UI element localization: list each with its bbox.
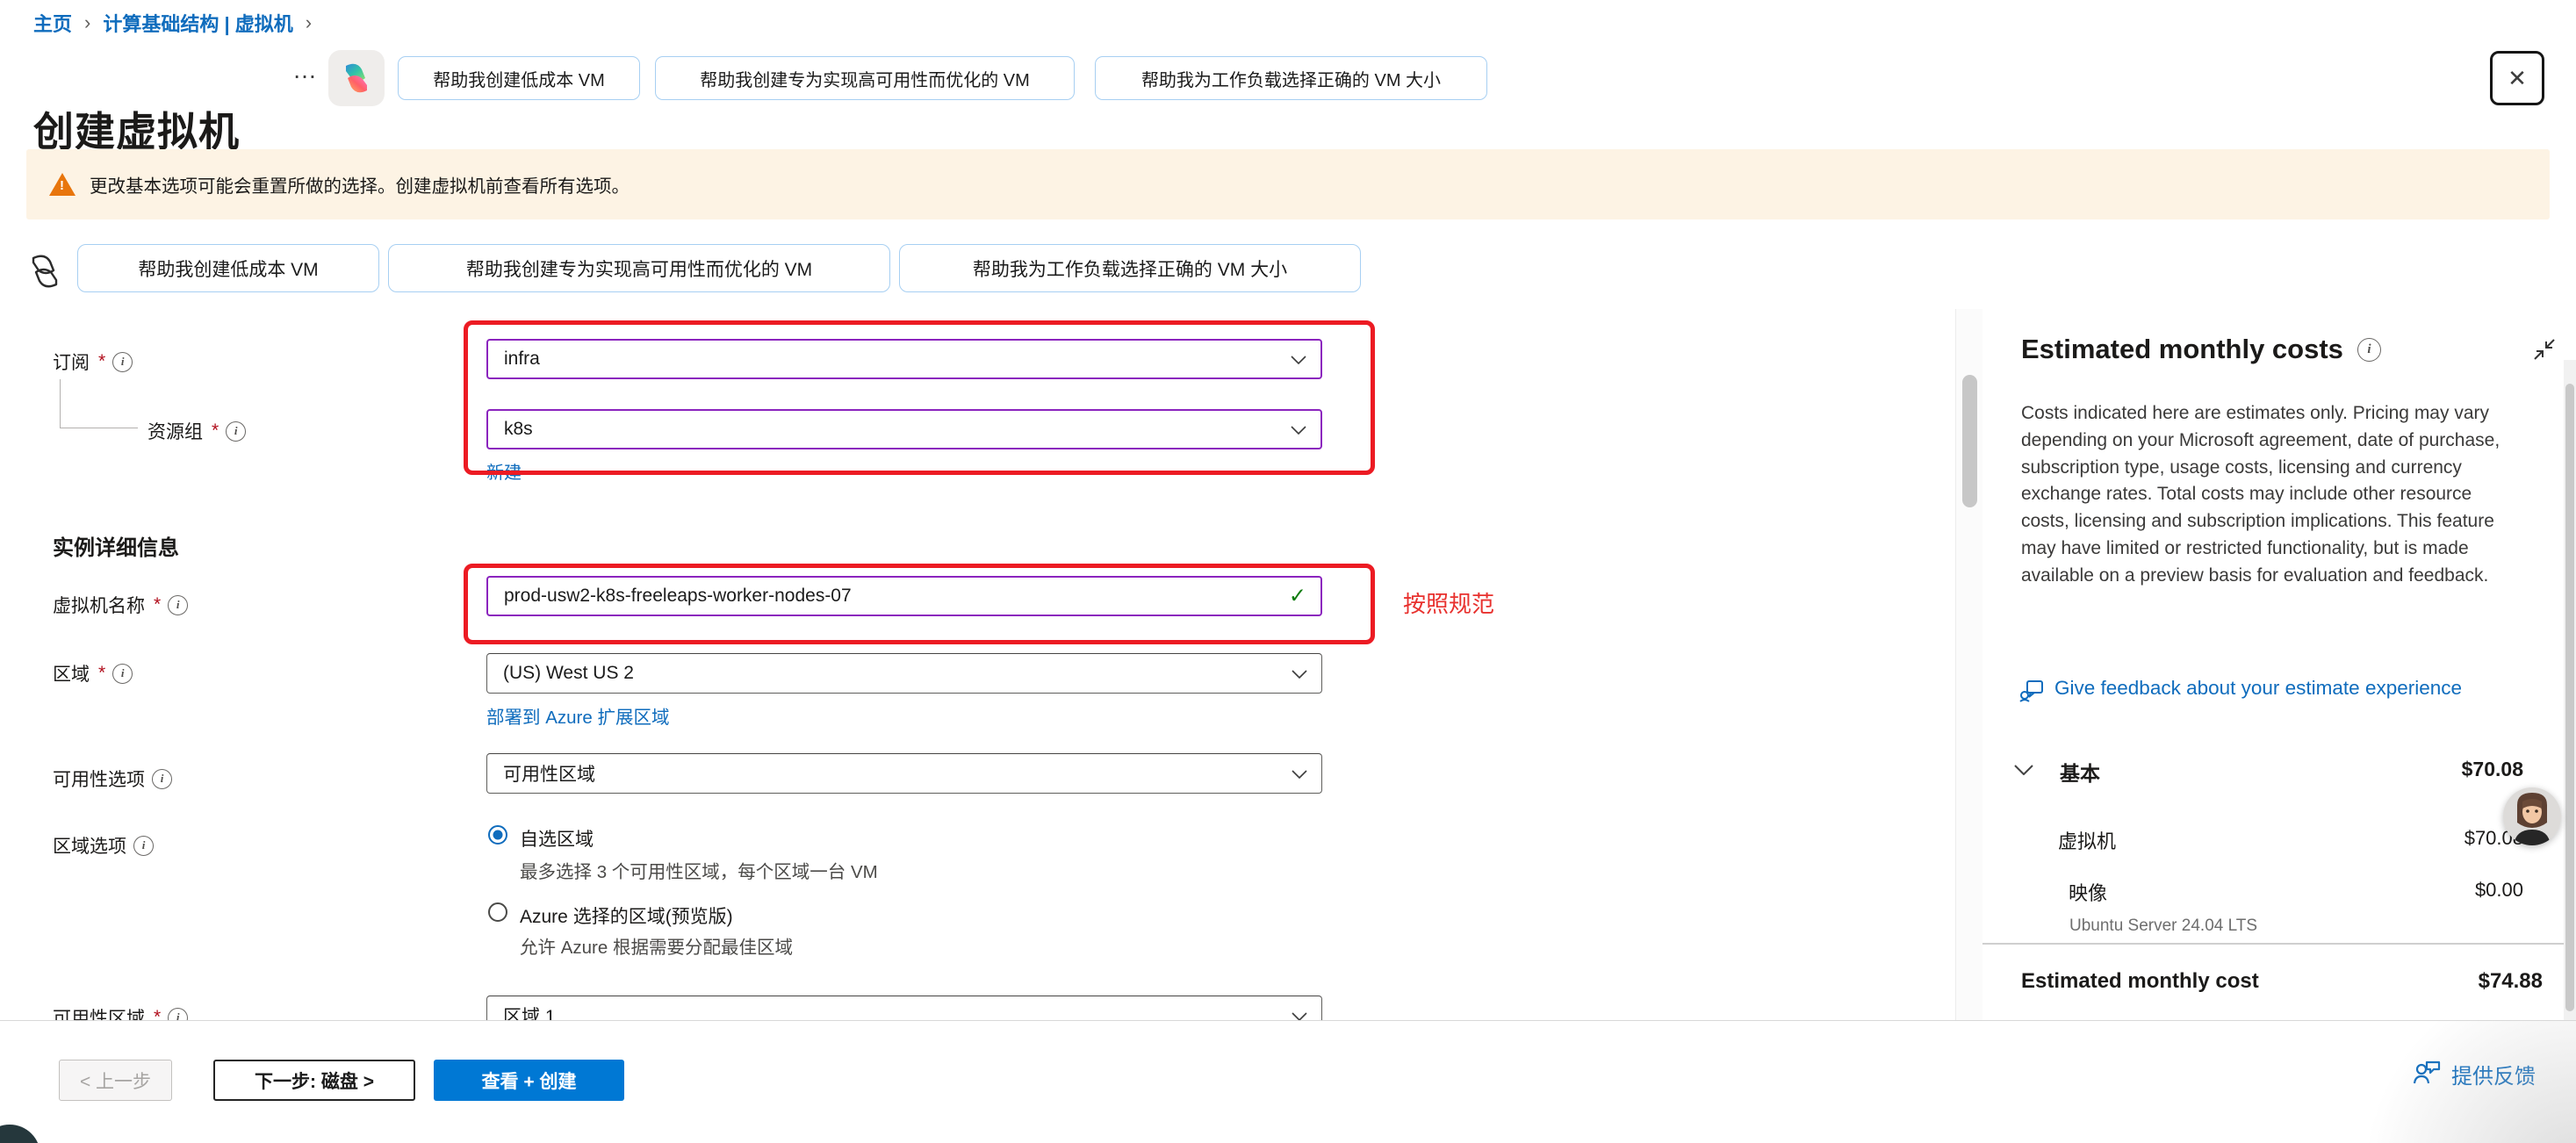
resource-group-value: k8s [504, 419, 533, 440]
chevron-right-icon: › [84, 11, 90, 34]
cost-panel: Estimated monthly costs i Costs indicate… [1982, 309, 2576, 1020]
warning-text: 更改基本选项可能会重置所做的选择。创建虚拟机前查看所有选项。 [90, 171, 630, 198]
required-asterisk: * [154, 594, 161, 615]
region-label: 区域* i [53, 660, 133, 687]
review-create-button[interactable]: 查看 + 创建 [434, 1060, 624, 1101]
vm-name-label: 虚拟机名称* i [53, 592, 188, 618]
resource-group-label: 资源组* i [148, 418, 246, 444]
required-asterisk: * [98, 351, 105, 372]
availability-options-label: 可用性选项 i [53, 766, 172, 792]
copilot-outline-icon [25, 251, 65, 291]
resource-group-dropdown[interactable]: k8s [486, 409, 1322, 449]
corner-shadow [2318, 1021, 2576, 1143]
cost-total-label: Estimated monthly cost [2021, 969, 2259, 994]
estimate-feedback-link[interactable]: Give feedback about your estimate experi… [2019, 674, 2476, 707]
cost-image-value: $0.00 [2365, 879, 2523, 902]
availability-options-dropdown[interactable]: 可用性区域 [486, 753, 1322, 794]
cost-total-value: $74.88 [2385, 969, 2543, 994]
cost-group-value: $70.08 [2365, 758, 2523, 781]
subscription-info-icon[interactable]: i [112, 352, 133, 372]
radio-unselected-icon[interactable] [488, 902, 507, 922]
chevron-down-icon [2014, 764, 2033, 780]
chevron-right-icon: › [306, 11, 312, 34]
required-asterisk: * [212, 421, 219, 442]
region-info-icon[interactable]: i [112, 664, 133, 684]
breadcrumb-section-link[interactable]: 计算基础结构 | 虚拟机 [103, 9, 292, 37]
radio-selected-label: 自选区域 [520, 825, 594, 852]
zone-option-azure-select-desc: 允许 Azure 根据需要分配最佳区域 [520, 932, 793, 959]
breadcrumb: 主页 › 计算基础结构 | 虚拟机 › [33, 9, 312, 37]
cost-panel-title: Estimated monthly costs i [2021, 334, 2381, 365]
next-disks-button[interactable]: 下一步: 磁盘 > [213, 1060, 415, 1101]
cost-group-row[interactable]: 基本 [2014, 757, 2100, 787]
subscription-label: 订阅* i [53, 349, 133, 375]
chevron-down-icon [1291, 419, 1306, 440]
copilot-chip-low-cost-2[interactable]: 帮助我创建低成本 VM [77, 244, 379, 292]
copilot-chip-right-size[interactable]: 帮助我为工作负载选择正确的 VM 大小 [1095, 56, 1487, 100]
panel-scrollbar-thumb[interactable] [2565, 384, 2574, 1011]
valid-check-icon: ✓ [1289, 584, 1306, 609]
deploy-edge-zone-link[interactable]: 部署到 Azure 扩展区域 [486, 702, 669, 729]
region-value: (US) West US 2 [503, 663, 634, 684]
feedback-bubbles-icon [2019, 679, 2044, 707]
copilot-chip-right-size-2[interactable]: 帮助我为工作负载选择正确的 VM 大小 [899, 244, 1361, 292]
radio-unselected-label: Azure 选择的区域(预览版) [520, 902, 733, 929]
cost-image-sub: Ubuntu Server 24.04 LTS [2069, 917, 2257, 936]
close-button[interactable]: ✕ [2490, 51, 2544, 105]
annotation-note: 按照规范 [1403, 586, 1494, 619]
zone-option-self-select[interactable]: 自选区域 [488, 825, 594, 852]
copilot-chip-high-availability-2[interactable]: 帮助我创建专为实现高可用性而优化的 VM [388, 244, 890, 292]
divider [1982, 943, 2564, 945]
resource-group-info-icon[interactable]: i [226, 421, 246, 442]
zone-options-info-icon[interactable]: i [133, 836, 154, 856]
cost-image-row: 映像 [2069, 878, 2107, 906]
required-asterisk: * [98, 663, 105, 684]
copilot-chip-low-cost[interactable]: 帮助我创建低成本 VM [398, 56, 640, 100]
chevron-down-icon [1292, 763, 1307, 784]
chevron-down-icon [1291, 349, 1306, 370]
previous-button[interactable]: < 上一步 [59, 1060, 172, 1101]
subscription-dropdown[interactable]: infra [486, 339, 1322, 379]
radio-selected-icon[interactable] [488, 825, 507, 845]
availability-options-info-icon[interactable]: i [152, 769, 172, 789]
cost-vm-value: $70.08 [2365, 827, 2523, 850]
avatar[interactable] [2503, 787, 2561, 845]
availability-options-value: 可用性区域 [503, 760, 595, 787]
vm-name-input[interactable]: prod-usw2-k8s-freeleaps-worker-nodes-07 … [486, 576, 1322, 616]
create-vm-page: 主页 › 计算基础结构 | 虚拟机 › 创建虚拟机 … 帮助我创建低成本 VM … [0, 0, 2576, 1143]
zone-options-label: 区域选项 i [53, 832, 154, 859]
collapse-panel-icon[interactable] [2532, 337, 2557, 362]
main-scrollbar-thumb[interactable] [1962, 375, 1977, 507]
tree-connector [60, 379, 138, 428]
create-new-resource-group-link[interactable]: 新建 [486, 458, 522, 484]
cost-disclaimer: Costs indicated here are estimates only.… [2021, 400, 2515, 590]
zone-option-self-select-desc: 最多选择 3 个可用性区域，每个区域一台 VM [520, 857, 878, 883]
more-options-button[interactable]: … [292, 56, 317, 84]
cost-vm-row: 虚拟机 [2058, 826, 2116, 854]
subscription-value: infra [504, 349, 540, 370]
chevron-down-icon [1292, 663, 1307, 684]
vm-name-info-icon[interactable]: i [168, 595, 188, 615]
warning-banner: ! 更改基本选项可能会重置所做的选择。创建虚拟机前查看所有选项。 [26, 149, 2550, 219]
floating-button-cutoff[interactable] [0, 1125, 40, 1143]
zone-option-azure-select[interactable]: Azure 选择的区域(预览版) [488, 902, 733, 929]
copilot-logo-icon [339, 62, 374, 94]
vm-name-value: prod-usw2-k8s-freeleaps-worker-nodes-07 [504, 586, 852, 607]
close-icon: ✕ [2508, 65, 2527, 92]
copilot-chip-high-availability[interactable]: 帮助我创建专为实现高可用性而优化的 VM [655, 56, 1075, 100]
cost-panel-info-icon[interactable]: i [2357, 338, 2381, 362]
footer-bar: < 上一步 下一步: 磁盘 > 查看 + 创建 提供反馈 [0, 1020, 2576, 1143]
copilot-icon[interactable] [328, 50, 385, 106]
warning-icon: ! [49, 173, 76, 196]
region-dropdown[interactable]: (US) West US 2 [486, 653, 1322, 694]
instance-details-heading: 实例详细信息 [53, 530, 179, 561]
breadcrumb-home-link[interactable]: 主页 [33, 9, 72, 37]
